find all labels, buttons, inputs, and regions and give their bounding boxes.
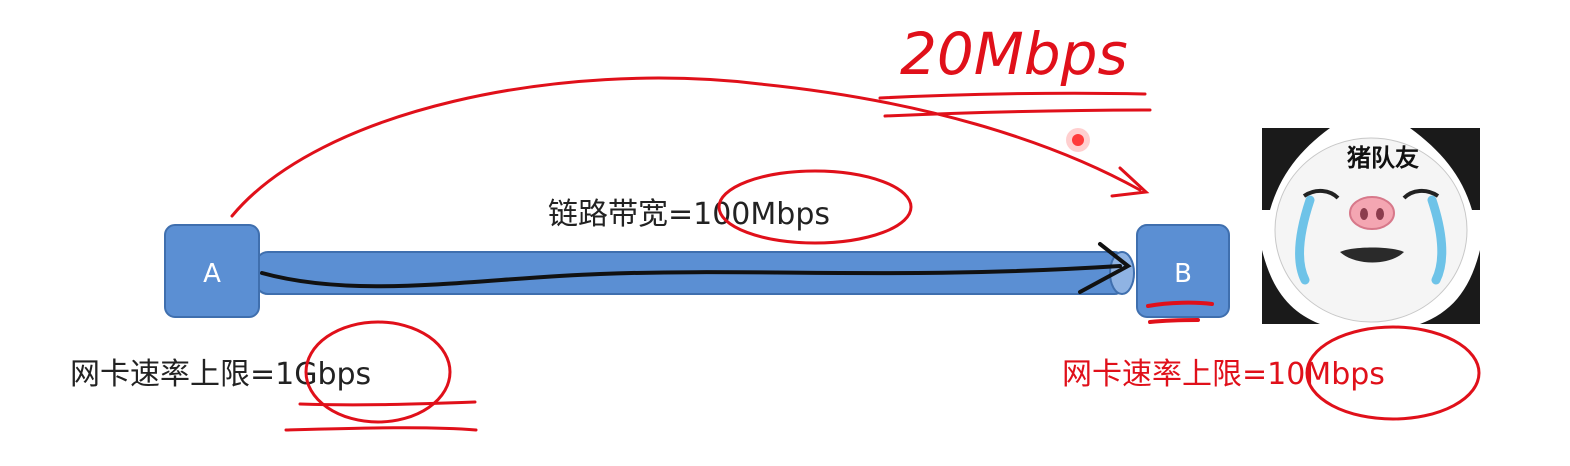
handwritten-rate-note: 20Mbps <box>900 20 1128 88</box>
network-diagram: A B 链路带宽=100Mbps 网卡速率上限=1Gbps 网卡速率上限=10M… <box>70 20 1481 432</box>
node-b-label: B <box>1174 259 1192 289</box>
nic-b-rate-label: 网卡速率上限=10Mbps <box>1062 357 1385 392</box>
node-a: A <box>164 224 260 318</box>
panda-meme-image: 猪队友 <box>1262 128 1480 324</box>
nic-a-rate-label: 网卡速率上限=1Gbps <box>70 357 371 392</box>
meme-caption: 猪队友 <box>1347 144 1419 172</box>
link-bandwidth-label: 链路带宽=100Mbps <box>548 197 830 232</box>
node-a-label: A <box>203 259 221 289</box>
